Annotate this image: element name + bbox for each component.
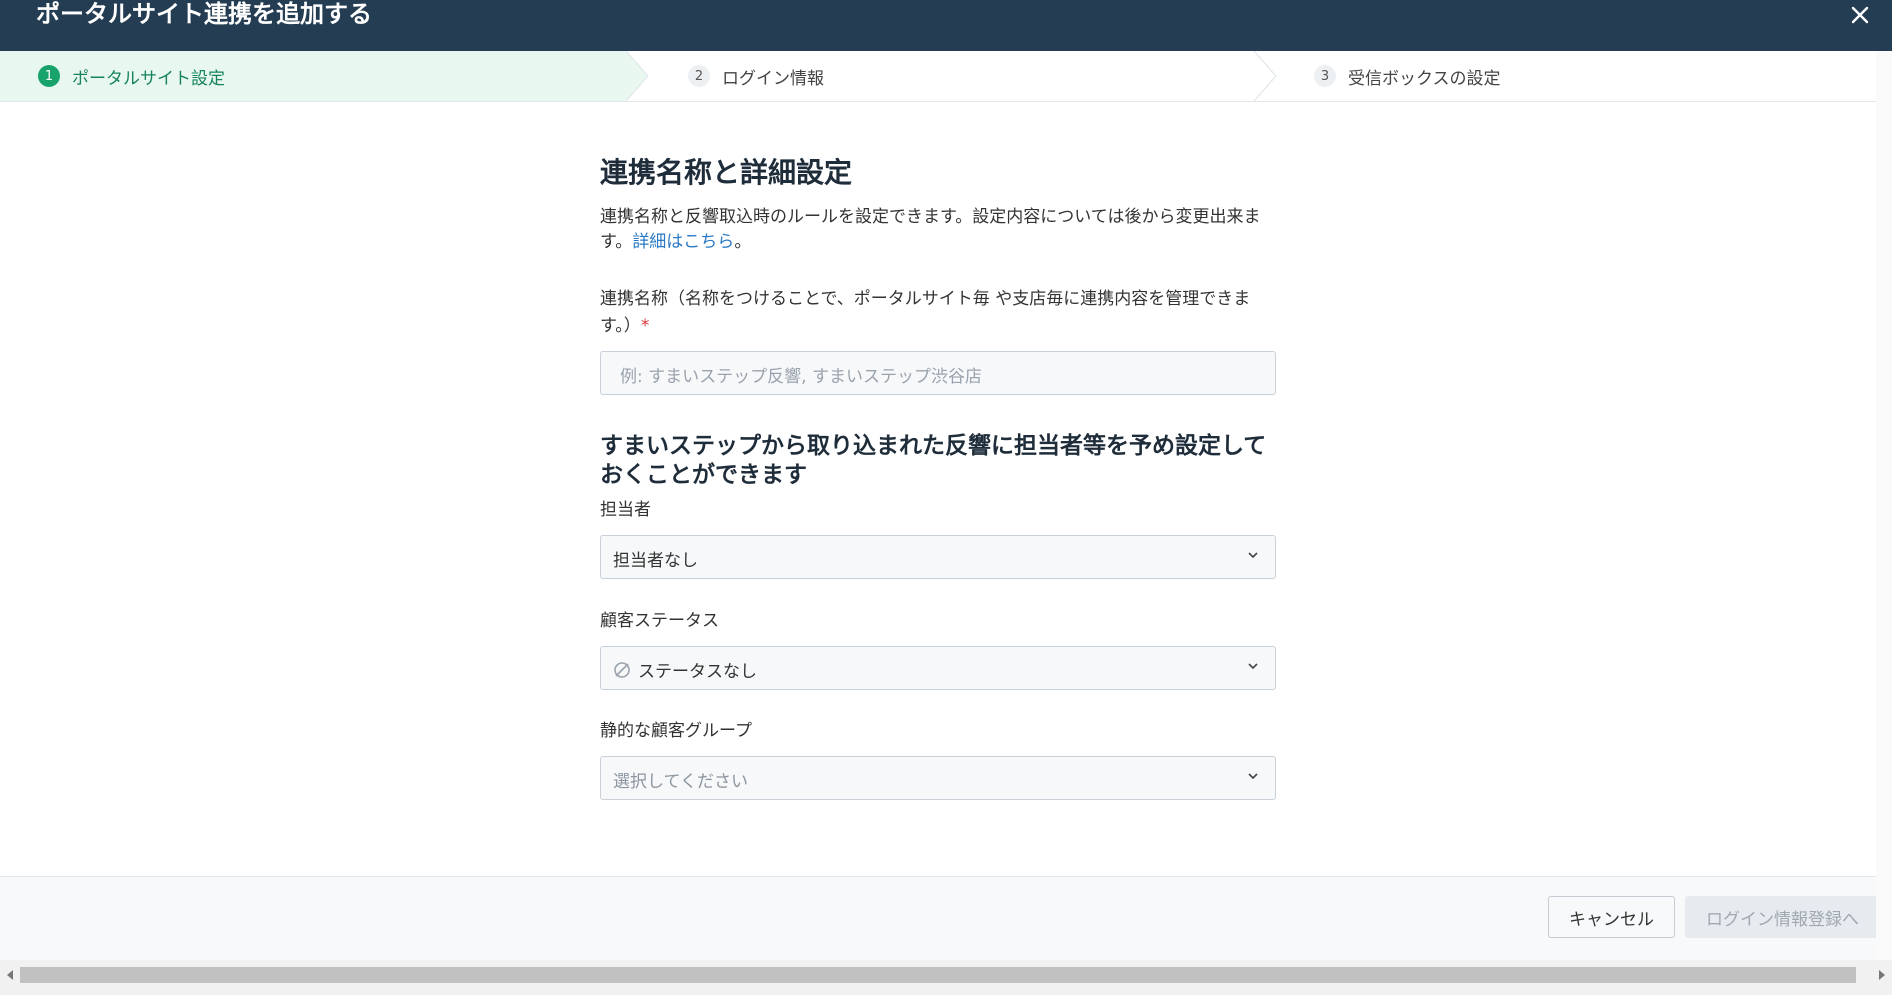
static-group-placeholder: 選択してください xyxy=(613,772,748,792)
next-login-info-button[interactable]: ログイン情報登録へ xyxy=(1685,896,1880,938)
customer-status-select[interactable]: ステータスなし xyxy=(600,646,1276,690)
dialog: ポータルサイト連携を追加する 1 ポータルサイト設定 2 ログイン情報 3 受信… xyxy=(0,0,1892,995)
defaults-section-title: すまいステップから取り込まれた反響に担当者等を予め設定しておくことができます xyxy=(600,433,1267,488)
section-title: 連携名称と詳細設定 xyxy=(600,156,853,189)
step-label: ログイン情報 xyxy=(722,68,824,89)
stepper-arrows xyxy=(0,51,1277,101)
dialog-footer: キャンセル ログイン情報登録へ xyxy=(0,876,1880,961)
step-number: 2 xyxy=(688,65,710,87)
chevron-down-icon xyxy=(1248,773,1258,780)
horizontal-scrollbar[interactable] xyxy=(0,960,1892,995)
static-group-select[interactable]: 選択してください xyxy=(600,756,1276,800)
static-group-label: 静的な顧客グループ xyxy=(600,721,752,741)
chevron-down-icon xyxy=(1248,552,1258,559)
required-mark: * xyxy=(640,316,650,336)
details-link[interactable]: 詳細はこちら xyxy=(632,232,734,252)
dialog-title: ポータルサイト連携を追加する xyxy=(36,0,372,28)
dialog-header: ポータルサイト連携を追加する xyxy=(0,0,1892,51)
customer-status-value: ステータスなし xyxy=(638,662,757,682)
form-content: 連携名称と詳細設定 連携名称と反響取込時のルールを設定できます。設定内容について… xyxy=(600,155,1276,800)
no-status-icon xyxy=(614,661,630,678)
integration-name-input[interactable]: 例: すまいステップ反響, すまいステップ渋谷店 xyxy=(600,351,1276,395)
step-login-info[interactable]: 2 ログイン情報 xyxy=(688,51,824,101)
chevron-down-icon xyxy=(1248,663,1258,670)
step-label: 受信ボックスの設定 xyxy=(1348,68,1501,89)
stepper: 1 ポータルサイト設定 2 ログイン情報 3 受信ボックスの設定 xyxy=(0,51,1876,102)
step-number: 1 xyxy=(38,65,60,87)
cancel-button[interactable]: キャンセル xyxy=(1548,896,1675,938)
close-icon xyxy=(1851,6,1869,24)
step-inbox-settings[interactable]: 3 受信ボックスの設定 xyxy=(1314,51,1501,101)
step-number: 3 xyxy=(1314,65,1336,87)
name-field-label-text: 連携名称（名称をつけることで、ポータルサイト毎 や支店毎に連携内容を管理できます… xyxy=(600,289,1251,336)
assignee-label: 担当者 xyxy=(600,500,651,520)
close-button[interactable] xyxy=(1842,0,1878,30)
scrollbar-thumb[interactable] xyxy=(20,967,1856,983)
input-placeholder: 例: すまいステップ反響, すまいステップ渋谷店 xyxy=(620,367,982,387)
vertical-scrollbar[interactable] xyxy=(1876,51,1892,960)
customer-status-display: ステータスなし xyxy=(613,657,757,682)
step-portal-settings[interactable]: 1 ポータルサイト設定 xyxy=(38,51,225,101)
scroll-right-arrow-icon[interactable] xyxy=(1875,968,1889,982)
description-end: 。 xyxy=(734,232,752,252)
section-description: 連携名称と反響取込時のルールを設定できます。設定内容については後から変更出来ます… xyxy=(600,205,1276,255)
customer-status-label: 顧客ステータス xyxy=(600,611,719,631)
assignee-value: 担当者なし xyxy=(613,551,698,571)
step-label: ポータルサイト設定 xyxy=(72,68,225,89)
name-field-label: 連携名称（名称をつけることで、ポータルサイト毎 や支店毎に連携内容を管理できます… xyxy=(600,286,1276,340)
scroll-left-arrow-icon[interactable] xyxy=(3,968,17,982)
assignee-select[interactable]: 担当者なし xyxy=(600,535,1276,579)
